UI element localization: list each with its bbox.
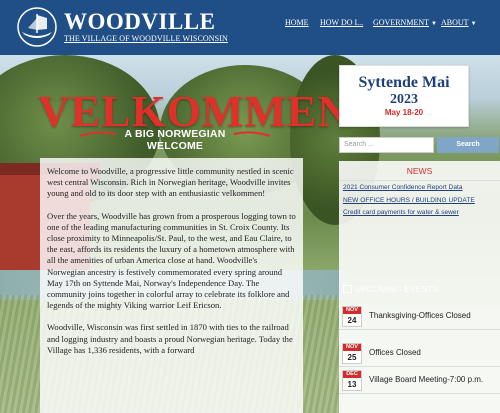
event-day: 25 — [347, 353, 357, 362]
nav-government-label: GOVERNMENT — [373, 18, 429, 27]
paragraph: Woodville, Wisconsin was first settled i… — [47, 322, 293, 355]
event-month: NOV — [343, 307, 361, 314]
search-input[interactable]: Search ... — [339, 137, 434, 153]
welcome-subline-1: A BIG NORWEGIAN — [124, 128, 226, 140]
event-title[interactable]: Village Board Meeting-7:00 p.m. — [369, 371, 497, 388]
event-title[interactable]: Offices Closed — [369, 344, 497, 361]
news-link[interactable]: 2021 Consumer Confidence Report Data — [339, 181, 500, 194]
site-header: WOODVILLE THE VILLAGE OF WOODVILLE WISCO… — [0, 0, 500, 55]
event-date-badge: NOV 25 — [342, 343, 362, 364]
paragraph: Welcome to Woodville, a progressive litt… — [47, 166, 294, 199]
event-date-badge: NOV 24 — [342, 306, 362, 327]
nav-home-label: HOME — [285, 18, 309, 27]
paragraph: Over the years, Woodville has grown from… — [47, 210, 296, 311]
nav-about[interactable]: ABOUT ▼ — [441, 18, 477, 27]
welcome-text-panel: Welcome to Woodville, a progressive litt… — [40, 158, 303, 413]
chevron-down-icon: ▼ — [431, 21, 437, 27]
calendar-icon — [343, 285, 352, 293]
event-item[interactable]: NOV 25 Offices Closed — [339, 340, 500, 367]
event-day: 24 — [347, 316, 357, 325]
event-month: NOV — [343, 344, 361, 351]
nav-home[interactable]: HOME — [285, 18, 309, 27]
event-month: DEC — [343, 371, 361, 378]
event-date-badge: DEC 13 — [342, 370, 362, 391]
nav-how-do-i-label: HOW DO I... — [320, 18, 364, 27]
nav-government[interactable]: GOVERNMENT ▼ — [373, 18, 437, 27]
events-list: NOV 24 Thanksgiving-Offices Closed NOV 2… — [339, 303, 500, 413]
banner-dates: May 18-20 — [384, 108, 424, 117]
nav-how-do-i[interactable]: HOW DO I... — [320, 18, 363, 27]
nav-about-label: ABOUT — [441, 18, 469, 27]
news-heading: NEWS — [339, 161, 500, 181]
event-item[interactable]: NOV 24 Thanksgiving-Offices Closed — [339, 303, 500, 330]
sidebar: Syttende Mai 2023 May 18-20 Search ... S… — [335, 55, 500, 413]
event-title[interactable]: Thanksgiving-Offices Closed — [369, 307, 497, 324]
main-nav: HOME HOW DO I... GOVERNMENT ▼ ABOUT ▼ — [0, 18, 500, 30]
chevron-down-icon: ▼ — [470, 21, 477, 27]
news-link[interactable]: NEW OFFICE HOURS / BUILDING UPDATE — [339, 194, 500, 207]
news-link[interactable]: Credit card payments for water & sewer — [339, 206, 500, 219]
banner-year: 2023 — [390, 92, 418, 107]
event-day: 13 — [347, 380, 357, 389]
welcome-subline-2: WELCOME — [146, 140, 204, 152]
syttende-mai-banner[interactable]: Syttende Mai 2023 May 18-20 — [339, 65, 469, 127]
banner-title: Syttende Mai — [358, 74, 450, 91]
swoosh-right-icon — [233, 131, 271, 137]
events-heading-label: UPCOMING EVENTS — [355, 284, 439, 294]
site-subtitle[interactable]: THE VILLAGE OF WOODVILLE WISCONSIN — [64, 34, 228, 43]
event-item[interactable]: DEC 13 Village Board Meeting-7:00 p.m. — [339, 367, 500, 394]
events-heading: UPCOMING EVENTS — [339, 281, 500, 297]
search-button[interactable]: Search — [437, 137, 499, 153]
